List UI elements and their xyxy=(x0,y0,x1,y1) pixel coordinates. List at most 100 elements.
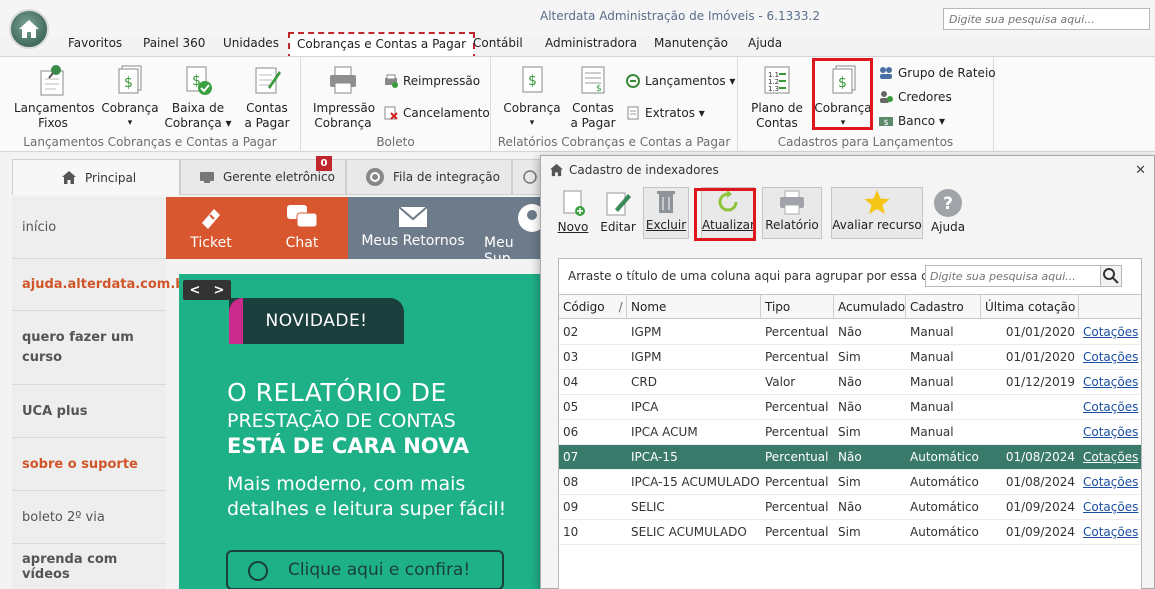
plano-de-contas-button[interactable]: 1.1 1.2 1.3 Plano de Contas xyxy=(748,63,806,131)
novo-button[interactable]: Novo xyxy=(555,188,591,234)
cell-tipo: Percentual xyxy=(765,350,829,364)
menu-tab-ajuda[interactable]: Ajuda xyxy=(748,36,782,50)
side-item-suporte[interactable]: sobre o suporte xyxy=(12,438,166,491)
grid-search-button[interactable] xyxy=(1100,265,1122,287)
meu-suporte-button[interactable]: Meu Sup xyxy=(478,197,542,259)
ajuda-button[interactable]: ? Ajuda xyxy=(929,188,967,234)
col-header-ultima-cotacao[interactable]: Última cotação xyxy=(981,294,1079,319)
menu-tab-painel-360[interactable]: Painel 360 xyxy=(143,36,205,50)
dialog-close-button[interactable]: ✕ xyxy=(1135,163,1146,178)
tab-fila-integracao[interactable]: Fila de integração xyxy=(346,159,512,195)
lancamentos-fixos-button[interactable]: Lançamentos Fixos xyxy=(14,63,95,131)
col-header-codigo[interactable]: Código / xyxy=(559,294,627,319)
side-item-ajuda[interactable]: ajuda.alterdata.com.br xyxy=(12,259,191,311)
cotacoes-link[interactable]: Cotações xyxy=(1079,370,1141,395)
col-header-nome[interactable]: Nome xyxy=(627,294,761,319)
table-row[interactable]: 02 IGPM Percentual Não Manual 01/01/2020 Cotaç… xyxy=(559,320,1141,345)
banner-heading-2: PRESTAÇÃO DE CONTAS xyxy=(227,410,456,432)
cell-acumulado: Sim xyxy=(838,425,861,439)
cell-nome: IPCA-15 xyxy=(631,450,678,464)
contas-a-pagar-button[interactable]: Contas a Pagar xyxy=(238,63,296,131)
baixa-cobranca-button[interactable]: $ Baixa de Cobrança ▾ xyxy=(164,63,232,131)
relatorio-cobranca-button[interactable]: $ Cobrança ▾ xyxy=(501,63,563,131)
reprint-icon xyxy=(385,74,398,88)
cobranca-button[interactable]: $ Cobrança ▾ xyxy=(100,63,160,131)
envelope-icon xyxy=(398,206,428,227)
cotacoes-link[interactable]: Cotações xyxy=(1079,345,1141,370)
tab-principal[interactable]: Principal xyxy=(12,159,180,195)
grid-search-input[interactable] xyxy=(925,265,1101,287)
credores-button[interactable]: Credores xyxy=(878,89,952,105)
impressao-cobranca-button[interactable]: Impressão Cobrança xyxy=(313,63,375,131)
novidade-tag: NOVIDADE! xyxy=(229,298,404,344)
table-row[interactable]: 08 IPCA-15 ACUMULADO Percentual Sim Automáti… xyxy=(559,470,1141,495)
table-row[interactable]: 05 IPCA Percentual Não Manual Cotações xyxy=(559,395,1141,420)
cotacoes-link[interactable]: Cotações xyxy=(1079,520,1141,545)
cell-cadastro: Manual xyxy=(910,400,954,414)
menu-tab-manutencao[interactable]: Manutenção xyxy=(654,36,728,50)
cotacoes-link[interactable]: Cotações xyxy=(1079,445,1141,470)
relatorio-contas-pagar-button[interactable]: $ Contas a Pagar xyxy=(567,63,619,131)
relatorio-button[interactable]: Relatório xyxy=(762,187,822,239)
cell-acumulado: Não xyxy=(838,325,862,339)
star-icon xyxy=(864,190,890,214)
side-item-videos[interactable]: aprenda com vídeos xyxy=(12,544,166,589)
cell-ultima-cotacao: 01/01/2020 xyxy=(1005,325,1075,339)
app-logo[interactable] xyxy=(9,9,49,49)
side-item-boleto[interactable]: boleto 2º via xyxy=(12,491,166,544)
cancelamento-button[interactable]: Cancelamento xyxy=(383,105,490,121)
banner-next-button[interactable]: > xyxy=(214,283,225,298)
svg-text:$: $ xyxy=(596,84,602,94)
table-row[interactable]: 09 SELIC Percentual Não Automático 01/09/2024… xyxy=(559,495,1141,520)
meus-retornos-button[interactable]: Meus Retornos xyxy=(348,197,478,259)
table-row[interactable]: 06 IPCA ACUM Percentual Sim Manual Cotações xyxy=(559,420,1141,445)
cell-cadastro: Automático xyxy=(910,525,979,539)
menu-tab-contabil[interactable]: Contábil xyxy=(473,36,523,50)
banner-cta-button[interactable]: Clique aqui e confira! xyxy=(226,550,504,589)
table-row[interactable]: 04 CRD Valor Não Manual 01/12/2019 Cotações xyxy=(559,370,1141,395)
group-label-cadastros: Cadastros para Lançamentos xyxy=(777,135,954,149)
col-header-tipo[interactable]: Tipo xyxy=(761,294,834,319)
editar-button[interactable]: Editar xyxy=(599,188,637,234)
menu-tab-favoritos[interactable]: Favoritos xyxy=(68,36,122,50)
banner-prev-button[interactable]: < xyxy=(190,283,201,298)
relatorio-lancamentos-dropdown[interactable]: Lançamentos ▾ xyxy=(625,73,735,89)
cotacoes-link[interactable]: Cotações xyxy=(1079,470,1141,495)
banner-heading-1: O RELATÓRIO DE xyxy=(227,378,447,407)
side-item-uca-plus[interactable]: UCA plus xyxy=(12,385,166,438)
chat-button[interactable]: Chat xyxy=(256,197,348,259)
promo-banner[interactable]: NOVIDADE! O RELATÓRIO DE PRESTAÇÃO DE CO… xyxy=(179,274,542,589)
cotacoes-link[interactable]: Cotações xyxy=(1079,495,1141,520)
side-item-inicio[interactable]: início xyxy=(12,197,166,259)
statement-icon xyxy=(627,106,639,120)
cell-ultima-cotacao: 01/08/2024 xyxy=(1005,450,1075,464)
excluir-button[interactable]: Excluir xyxy=(643,187,689,239)
table-row[interactable]: 07 IPCA-15 Percentual Não Automático 01/08/20… xyxy=(559,445,1141,470)
reimpressao-button[interactable]: Reimpressão xyxy=(383,73,480,89)
ticket-button[interactable]: Ticket xyxy=(166,197,256,259)
cell-tipo: Percentual xyxy=(765,525,829,539)
dollar-report-icon: $ xyxy=(522,66,543,93)
table-row[interactable]: 10 SELIC ACUMULADO Percentual Sim Automático… xyxy=(559,520,1141,545)
tab-overflow[interactable] xyxy=(512,159,542,195)
banco-dropdown[interactable]: $ Banco ▾ xyxy=(878,113,945,129)
side-item-curso[interactable]: quero fazer um curso xyxy=(12,311,166,385)
cell-nome: IPCA xyxy=(631,400,659,414)
cotacoes-link[interactable]: Cotações xyxy=(1079,395,1141,420)
side-nav: início ajuda.alterdata.com.br quero faze… xyxy=(12,197,191,589)
avaliar-recurso-button[interactable]: Avaliar recurso xyxy=(831,187,923,239)
cell-ultima-cotacao: 01/01/2020 xyxy=(1005,350,1075,364)
home-icon xyxy=(549,163,564,177)
col-header-cadastro[interactable]: Cadastro xyxy=(906,294,981,319)
group-label-lancamentos: Lançamentos Cobranças e Contas a Pagar xyxy=(23,135,277,149)
cell-acumulado: Sim xyxy=(838,475,861,489)
menu-tab-administradora[interactable]: Administradora xyxy=(545,36,637,50)
grupo-de-rateio-button[interactable]: Grupo de Rateio xyxy=(878,65,996,81)
menu-tab-unidades[interactable]: Unidades xyxy=(223,36,279,50)
table-row[interactable]: 03 IGPM Percentual Sim Manual 01/01/2020 Cotaç… xyxy=(559,345,1141,370)
relatorio-extratos-dropdown[interactable]: Extratos ▾ xyxy=(625,105,705,121)
cotacoes-link[interactable]: Cotações xyxy=(1079,420,1141,445)
col-header-acumulado[interactable]: Acumulado xyxy=(834,294,906,319)
global-search-input[interactable] xyxy=(943,8,1150,30)
cotacoes-link[interactable]: Cotações xyxy=(1079,320,1141,345)
